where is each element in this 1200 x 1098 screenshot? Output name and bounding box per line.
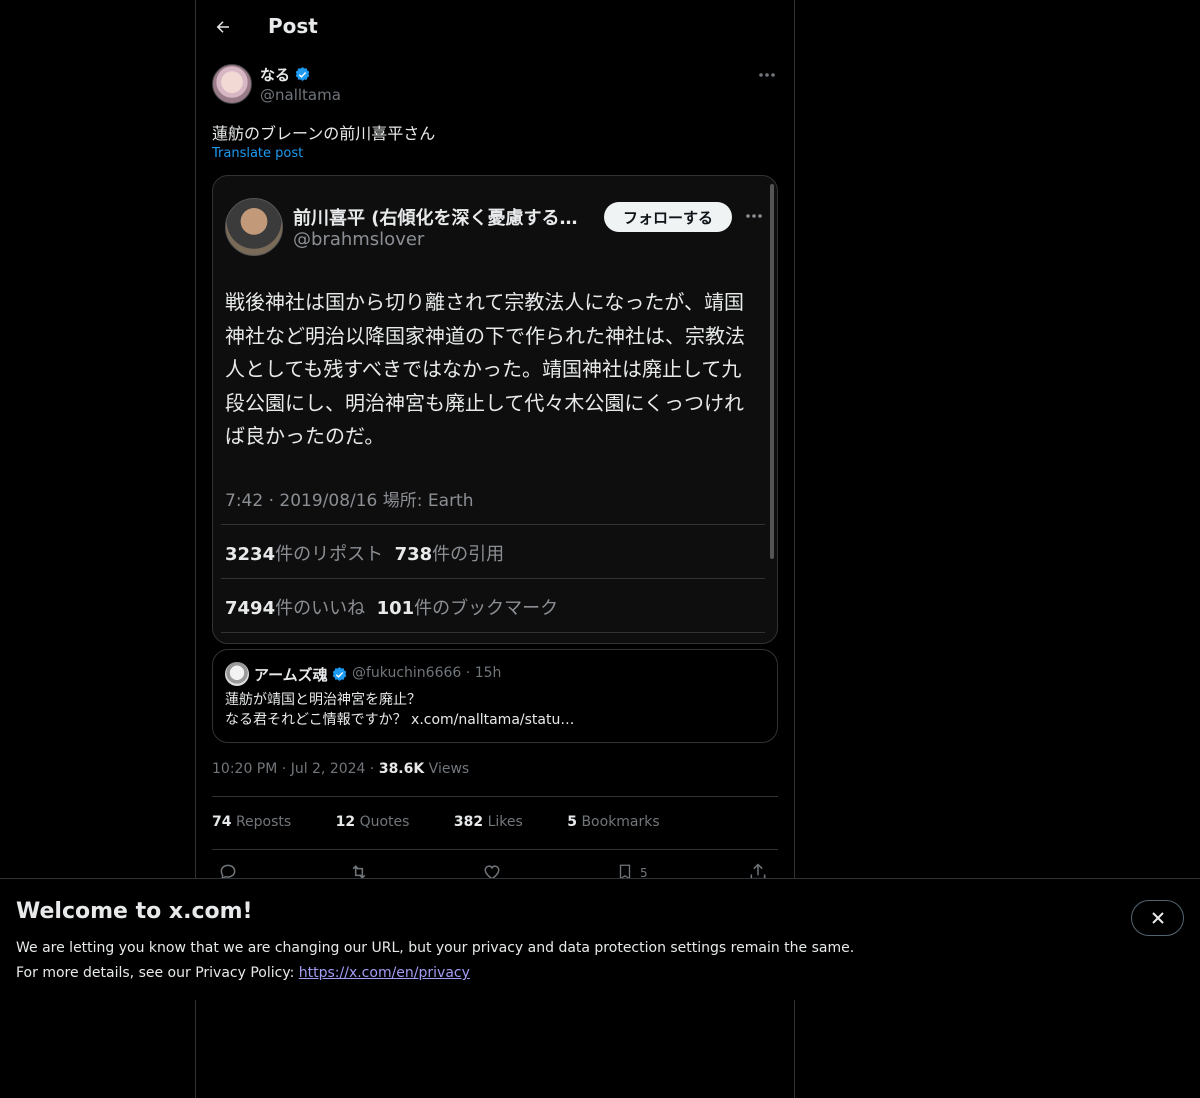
- divider: [212, 849, 778, 850]
- screenshot-more-icon: [743, 206, 765, 226]
- post-image[interactable]: 前川喜平 (右傾化を深く憂慮する… @brahmslover フォローする 戦後…: [212, 175, 778, 644]
- screenshot-bookmarks-count: 101: [376, 598, 415, 619]
- quotes-stat[interactable]: 12 Quotes: [336, 814, 430, 830]
- quotes-label: Quotes: [359, 814, 410, 830]
- verified-badge-icon: [295, 67, 310, 81]
- url-change-banner: Welcome to x.com! We are letting you kno…: [0, 878, 1200, 1000]
- screenshot-stats-row-1: 3234件のリポスト 738件の引用: [225, 540, 504, 566]
- author-handle[interactable]: @nalltama: [260, 86, 341, 104]
- views-label: Views: [428, 761, 470, 777]
- engagement-stats: 74 Reposts 12 Quotes 382 Likes 5 Bookmar…: [212, 814, 700, 830]
- quote-author-handle: @fukuchin6666: [352, 665, 462, 681]
- banner-line-2-text: For more details, see our Privacy Policy…: [16, 965, 299, 981]
- quote-author-name: アームズ魂: [254, 666, 328, 684]
- screenshot-body-text: 戦後神社は国から切り離されて宗教法人になったが、靖国神社など明治以降国家神道の下…: [225, 290, 745, 448]
- screenshot-divider: [221, 524, 765, 525]
- screenshot-reposts-label: 件のリポスト: [275, 544, 384, 565]
- quote-author-name-row: アームズ魂: [254, 664, 348, 685]
- banner-title: Welcome to x.com!: [16, 899, 253, 924]
- screenshot-author-handle: @brahmslover: [293, 229, 425, 250]
- back-arrow-icon: [216, 21, 229, 33]
- screenshot-divider: [221, 578, 765, 579]
- more-options-button[interactable]: [756, 64, 778, 86]
- bookmarks-stat[interactable]: 5 Bookmarks: [567, 814, 679, 830]
- author-name-row[interactable]: なる: [260, 64, 311, 85]
- screenshot-author-name: 前川喜平 (右傾化を深く憂慮する…: [293, 208, 578, 229]
- author-name[interactable]: なる: [260, 64, 290, 85]
- likes-stat[interactable]: 382 Likes: [454, 814, 543, 830]
- screenshot-avatar: [225, 198, 283, 256]
- bookmarks-count: 5: [567, 814, 577, 830]
- screenshot-likes-count: 7494: [225, 598, 276, 619]
- quotes-count: 12: [335, 814, 356, 830]
- quote-author-avatar: [225, 662, 249, 686]
- screenshot-reposts-count: 3234: [225, 544, 276, 565]
- banner-line-1: We are letting you know that we are chan…: [16, 940, 855, 956]
- image-scrollbar: [770, 184, 774, 559]
- reposts-label: Reposts: [235, 814, 292, 830]
- post-date[interactable]: Jul 2, 2024: [291, 761, 366, 777]
- screenshot-quotes-count: 738: [394, 544, 433, 565]
- verified-badge-icon: [332, 667, 346, 681]
- banner-close-button[interactable]: [1131, 900, 1184, 936]
- likes-count: 382: [453, 814, 484, 830]
- post-meta: 10:20 PM · Jul 2, 2024 · 38.6K Views: [212, 761, 470, 777]
- banner-line-2: For more details, see our Privacy Policy…: [16, 961, 854, 986]
- page-title: Post: [268, 14, 318, 38]
- screenshot-follow-button: フォローする: [604, 202, 732, 232]
- divider: [212, 796, 778, 797]
- reposts-count: 74: [212, 814, 232, 830]
- quote-time: 15h: [474, 665, 502, 681]
- screenshot-quotes-label: 件の引用: [432, 544, 505, 565]
- post-header: Post: [196, 0, 794, 53]
- likes-label: Likes: [487, 814, 523, 830]
- quote-text: 蓮舫が靖国と明治神宮を廃止？ なる君それどこ情報ですか？ x.com/nallt…: [225, 692, 575, 728]
- post-time[interactable]: 10:20 PM: [212, 761, 277, 777]
- screenshot-likes-label: 件のいいね: [275, 598, 366, 619]
- back-button[interactable]: [206, 10, 240, 44]
- quote-handle-row: @fukuchin6666 · 15h: [352, 665, 502, 681]
- author-avatar[interactable]: [212, 64, 252, 104]
- screenshot-divider: [221, 632, 765, 633]
- screenshot-bookmarks-label: 件のブックマーク: [414, 598, 559, 619]
- reposts-stat[interactable]: 74 Reposts: [212, 814, 311, 830]
- views-count: 38.6K: [378, 761, 425, 777]
- more-icon: [759, 73, 775, 77]
- quoted-post-card[interactable]: アームズ魂 @fukuchin6666 · 15h 蓮舫が靖国と明治神宮を廃止？…: [212, 649, 778, 743]
- close-icon: [1151, 912, 1164, 924]
- banner-text: We are letting you know that we are chan…: [16, 936, 854, 986]
- screenshot-meta: 7:42 · 2019/08/16 場所: Earth: [225, 491, 474, 511]
- screenshot-stats-row-2: 7494件のいいね 101件のブックマーク: [225, 594, 558, 620]
- translate-post-link[interactable]: Translate post: [212, 146, 303, 161]
- bookmarks-label: Bookmarks: [581, 814, 660, 830]
- post-text: 蓮舫のブレーンの前川喜平さん: [212, 124, 436, 143]
- privacy-policy-link[interactable]: https://x.com/en/privacy: [299, 965, 470, 981]
